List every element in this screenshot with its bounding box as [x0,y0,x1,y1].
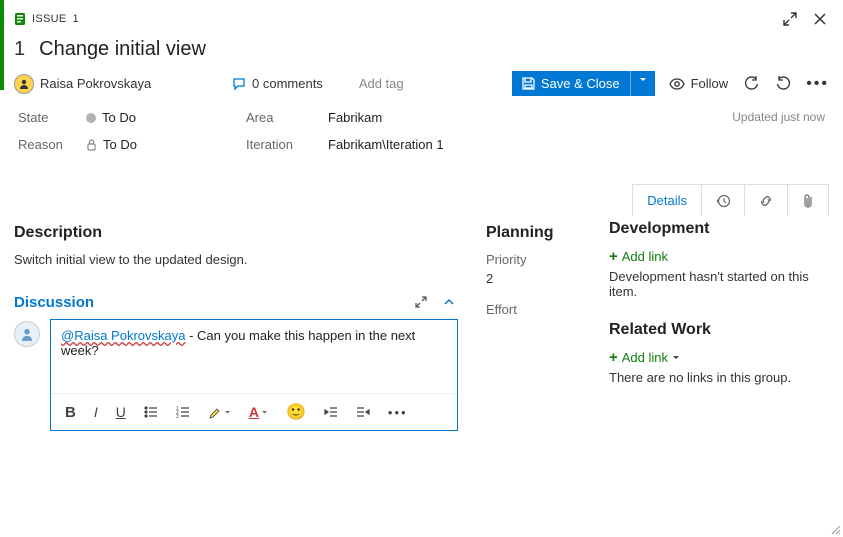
breadcrumb: ISSUE 1 [14,12,79,26]
more-actions[interactable]: ••• [806,75,829,93]
related-add-link[interactable]: + Add link [609,349,829,366]
assignee-picker[interactable]: Raisa Pokrovskaya [14,74,214,94]
priority-value[interactable]: 2 [486,271,581,286]
avatar [14,74,34,94]
issue-id: 1 [14,38,25,61]
iteration-value[interactable]: Fabrikam\Iteration 1 [328,137,508,152]
discussion-editor[interactable]: @Raisa Pokrovskaya - Can you make this h… [50,319,458,431]
related-add-link-label: Add link [622,350,668,365]
resize-grip[interactable] [829,523,841,535]
area-label: Area [246,110,316,125]
reason-label: Reason [18,137,78,152]
underline-button[interactable]: U [116,404,126,420]
tab-attachments[interactable] [788,185,828,216]
dev-add-link[interactable]: + Add link [609,248,829,265]
undo-icon[interactable] [774,75,792,93]
related-empty-text: There are no links in this group. [609,370,829,385]
comments-count[interactable]: 0 comments [232,76,323,91]
accent-bar [0,0,4,90]
comments-label: 0 comments [252,76,323,91]
save-close-label: Save & Close [541,76,620,91]
italic-button[interactable]: I [94,404,98,420]
number-list-button[interactable]: 123 [176,406,190,418]
add-tag[interactable]: Add tag [359,76,404,91]
state-text: To Do [102,110,136,125]
description-heading: Description [14,224,458,242]
discussion-expand-icon[interactable] [412,293,430,311]
history-icon [716,194,730,208]
state-value[interactable]: To Do [86,110,226,125]
reason-value[interactable]: To Do [86,137,226,152]
related-heading: Related Work [609,321,829,339]
development-heading: Development [609,220,829,238]
svg-text:3: 3 [176,414,179,418]
close-icon[interactable] [811,10,829,28]
bold-button[interactable]: B [65,404,76,421]
attachment-icon [802,193,814,208]
dev-add-link-label: Add link [622,249,668,264]
highlight-button[interactable] [208,405,231,419]
lock-icon [86,139,97,151]
tab-details-label: Details [647,193,687,208]
state-label: State [18,110,78,125]
plus-icon: + [609,349,618,366]
emoji-button[interactable]: 🙂 [286,402,306,422]
follow-button[interactable]: Follow [669,76,729,91]
font-color-button[interactable]: A [249,404,268,420]
assignee-name: Raisa Pokrovskaya [40,76,151,91]
priority-label: Priority [486,252,581,267]
tab-details[interactable]: Details [633,185,702,216]
side-tabs: Details [632,184,829,216]
effort-label: Effort [486,302,581,317]
save-close-split: Save & Close [512,71,655,96]
editor-toolbar: B I U 123 A [51,393,457,430]
more-formatting[interactable]: ••• [388,405,408,420]
iteration-label: Iteration [246,137,316,152]
tab-history[interactable] [702,185,745,216]
refresh-icon[interactable] [742,75,760,93]
area-text: Fabrikam [328,110,382,125]
comment-icon [232,77,246,91]
description-text[interactable]: Switch initial view to the updated desig… [14,252,458,267]
iteration-text: Fabrikam\Iteration 1 [328,137,444,152]
current-user-avatar [14,321,40,347]
editor-content[interactable]: @Raisa Pokrovskaya - Can you make this h… [51,320,457,393]
save-close-button[interactable]: Save & Close [512,71,630,96]
bullet-list-button[interactable] [144,406,158,418]
follow-icon [669,78,685,90]
issue-type-label: ISSUE [32,13,67,25]
follow-label: Follow [691,76,729,91]
save-icon [522,77,535,90]
reason-text: To Do [103,137,137,152]
issue-type-icon [14,12,26,26]
planning-heading: Planning [486,224,581,242]
issue-title[interactable]: Change initial view [39,38,206,61]
link-icon [759,194,773,208]
expand-icon[interactable] [781,10,799,28]
discussion-collapse-icon[interactable] [440,293,458,311]
tab-links[interactable] [745,185,788,216]
area-value[interactable]: Fabrikam [328,110,508,125]
dev-empty-text: Development hasn't started on this item. [609,269,829,299]
issue-num-small: 1 [73,13,79,25]
mention[interactable]: @Raisa Pokrovskaya [61,328,185,343]
state-dot-icon [86,113,96,123]
outdent-button[interactable] [324,406,338,418]
plus-icon: + [609,248,618,265]
discussion-heading: Discussion [14,294,94,311]
updated-label: Updated just now [732,110,829,124]
save-dropdown[interactable] [630,71,655,96]
indent-button[interactable] [356,406,370,418]
